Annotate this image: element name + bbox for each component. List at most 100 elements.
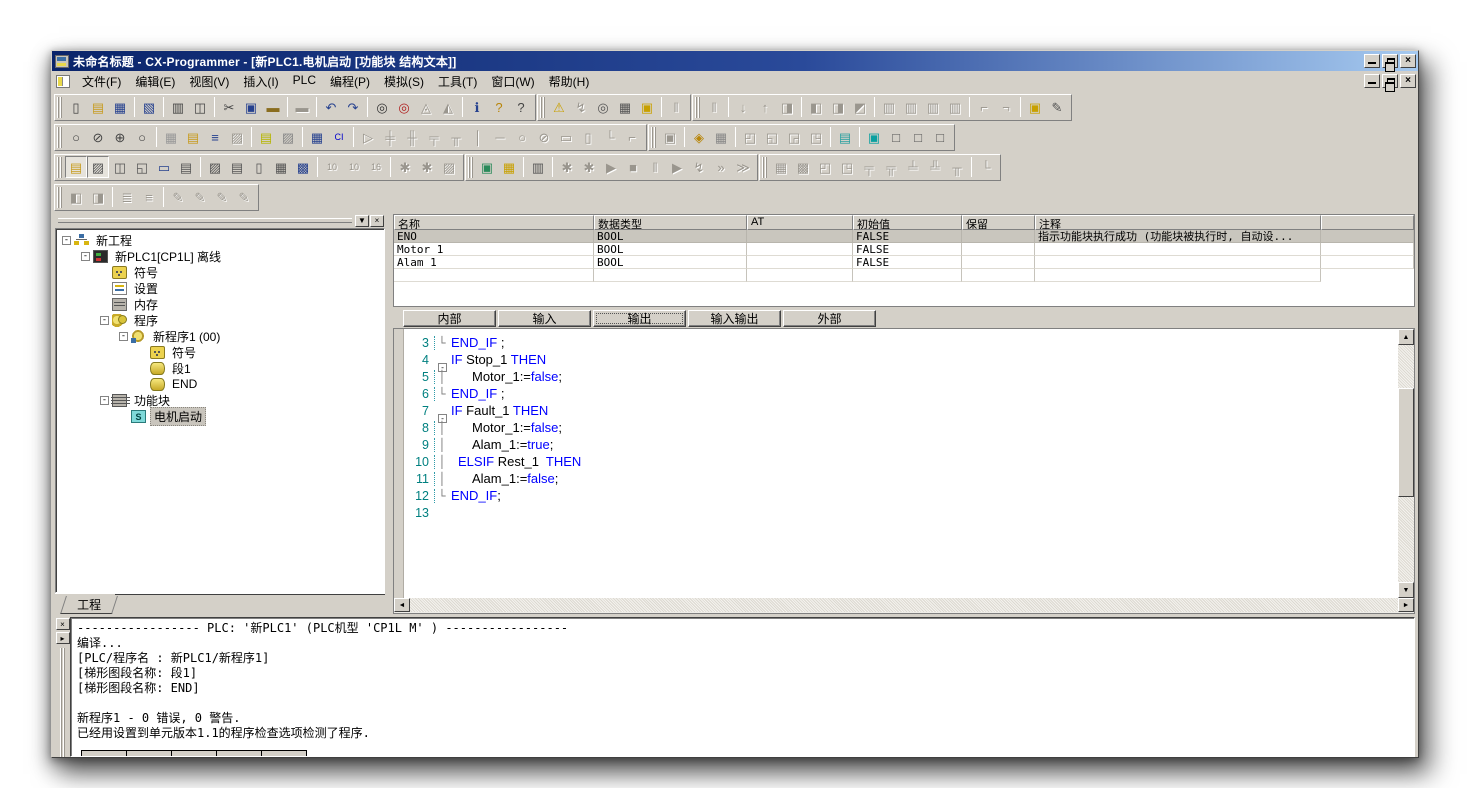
code-line[interactable]: 11│Alam_1:=false; xyxy=(404,470,1414,487)
grid-icon[interactable]: ▦ xyxy=(160,126,182,148)
cell-init[interactable]: FALSE xyxy=(853,243,962,256)
watch-window-icon[interactable]: ◫ xyxy=(109,156,131,178)
transfer-settings-icon[interactable]: ▥ xyxy=(527,156,549,178)
code-line[interactable]: 8│Motor_1:=false; xyxy=(404,419,1414,436)
mdi-close-button[interactable]: × xyxy=(1400,74,1416,88)
tree-item-功能块-10[interactable]: -功能块 xyxy=(58,392,384,408)
tree-expand-icon[interactable]: - xyxy=(100,316,109,325)
print-preview-icon[interactable]: ◫ xyxy=(189,96,211,118)
toolbar-grip[interactable] xyxy=(57,157,62,178)
cut-icon[interactable]: ✂ xyxy=(218,96,240,118)
minimize-button[interactable] xyxy=(1364,54,1380,68)
output-tab-stub[interactable] xyxy=(126,750,172,756)
new-icon[interactable]: ▯ xyxy=(65,96,87,118)
output-tab-stub[interactable] xyxy=(261,750,307,756)
scroll-right-icon[interactable]: ► xyxy=(1398,598,1414,612)
cell-at[interactable] xyxy=(747,243,853,256)
save-icon[interactable]: ▦ xyxy=(109,96,131,118)
io-comment-icon[interactable]: ▣ xyxy=(863,126,885,148)
mdi-document-icon[interactable] xyxy=(56,75,70,88)
doc-preview-icon[interactable]: ▧ xyxy=(138,96,160,118)
snippet-icon[interactable]: ▤ xyxy=(226,156,248,178)
address-list-icon[interactable]: ≡ xyxy=(204,126,226,148)
scroll-thumb[interactable] xyxy=(1398,388,1414,497)
tree-item-电机启动-11[interactable]: 电机启动 xyxy=(58,408,384,424)
table-row-empty[interactable] xyxy=(394,269,1414,282)
scroll-up-icon[interactable]: ▲ xyxy=(1398,329,1414,345)
fb-tab-输出[interactable]: 输出 xyxy=(593,310,686,327)
cell-init[interactable]: FALSE xyxy=(853,230,962,243)
fb-tab-内部[interactable]: 内部 xyxy=(403,310,496,327)
hierarchy2-icon[interactable]: ▤ xyxy=(834,126,856,148)
st-code-editor[interactable]: 3└END_IF ;4-IF Stop_1 THEN5│Motor_1:=fal… xyxy=(393,328,1415,598)
menu-item-6[interactable]: 模拟(S) xyxy=(377,71,431,92)
close-button[interactable]: × xyxy=(1400,54,1416,68)
monitor-doc-icon[interactable]: ▩ xyxy=(292,156,314,178)
ladder-view-icon[interactable]: ▤ xyxy=(255,126,277,148)
scroll-track-h[interactable] xyxy=(410,598,1398,612)
compile-icon[interactable]: ⚠ xyxy=(548,96,570,118)
toolbar-grip[interactable] xyxy=(762,157,767,178)
editor-horizontal-scrollbar[interactable]: ◄ ► xyxy=(393,598,1415,614)
menu-item-1[interactable]: 编辑(E) xyxy=(128,71,182,92)
cell-comment[interactable]: 指示功能块执行成功 (功能块被执行时, 自动设... xyxy=(1035,230,1321,243)
transfer-warn-icon[interactable]: ▦ xyxy=(614,96,636,118)
output-tab-stub[interactable] xyxy=(171,750,217,756)
comment-icon[interactable]: ◈ xyxy=(688,126,710,148)
column-header-5[interactable]: 注释 xyxy=(1035,215,1321,230)
column-header-3[interactable]: 初始值 xyxy=(853,215,962,230)
cell-comment[interactable] xyxy=(1035,243,1321,256)
column-header-4[interactable]: 保留 xyxy=(962,215,1035,230)
scroll-down-icon[interactable]: ▼ xyxy=(1398,582,1414,598)
mdi-restore-button[interactable] xyxy=(1382,74,1398,88)
fb-tab-外部[interactable]: 外部 xyxy=(783,310,876,327)
tree-expand-icon[interactable]: - xyxy=(81,252,90,261)
zoom-out-icon[interactable]: ⊘ xyxy=(87,126,109,148)
toggle-output-window-icon[interactable]: ▨ xyxy=(87,156,109,178)
cell-name[interactable]: Alam_1 xyxy=(394,256,594,269)
ci-icon[interactable]: CI xyxy=(328,126,350,148)
open-icon[interactable]: ▤ xyxy=(87,96,109,118)
tree-expand-icon[interactable]: - xyxy=(119,332,128,341)
toolbar-grip[interactable] xyxy=(651,127,656,148)
tree-item-新程序1 (00)-6[interactable]: -新程序1 (00) xyxy=(58,328,384,344)
info-icon[interactable]: ℹ xyxy=(466,96,488,118)
menu-item-9[interactable]: 帮助(H) xyxy=(542,71,597,92)
cell-comment[interactable] xyxy=(1035,256,1321,269)
cell-retain[interactable] xyxy=(962,230,1035,243)
code-line[interactable]: 5│Motor_1:=false; xyxy=(404,368,1414,385)
mnemonic-icon[interactable]: ▦ xyxy=(306,126,328,148)
toolbar-grip[interactable] xyxy=(57,97,62,118)
toolbar-grip[interactable] xyxy=(540,97,545,118)
code-line[interactable]: 13 xyxy=(404,504,1414,521)
output-tab-stub[interactable] xyxy=(81,750,127,756)
cell-name[interactable]: ENO xyxy=(394,230,594,243)
zoom-fit-icon[interactable]: ○ xyxy=(65,126,87,148)
cell-retain[interactable] xyxy=(962,256,1035,269)
find-icon[interactable]: ◎ xyxy=(371,96,393,118)
cross-reference-icon[interactable]: ◱ xyxy=(131,156,153,178)
tree-expand-icon[interactable]: - xyxy=(62,236,71,245)
code-line[interactable]: 9│Alam_1:=true; xyxy=(404,436,1414,453)
code-line[interactable]: 10│ELSIF Rest_1 THEN xyxy=(404,453,1414,470)
cell-retain[interactable] xyxy=(962,243,1035,256)
menu-item-5[interactable]: 编程(P) xyxy=(323,71,377,92)
restore-button[interactable] xyxy=(1382,54,1398,68)
menu-item-4[interactable]: PLC xyxy=(286,71,323,92)
fb-check-icon[interactable]: ▨ xyxy=(204,156,226,178)
address-reference-icon[interactable]: ▭ xyxy=(153,156,175,178)
toggle-project-window-icon[interactable]: ▤ xyxy=(65,156,87,178)
fb-tab-输入[interactable]: 输入 xyxy=(498,310,591,327)
toolbar-grip[interactable] xyxy=(695,97,700,118)
dock-menu-button[interactable]: ▼ xyxy=(355,215,369,227)
toolbar-grip[interactable] xyxy=(57,187,62,208)
tree-item-符号-2[interactable]: 符号 xyxy=(58,264,384,280)
comms-warn-icon[interactable]: ▣ xyxy=(636,96,658,118)
replace-icon[interactable]: ◎ xyxy=(393,96,415,118)
tree-item-符号-7[interactable]: 符号 xyxy=(58,344,384,360)
code-line[interactable]: 3└END_IF ; xyxy=(404,334,1414,351)
menu-item-3[interactable]: 插入(I) xyxy=(236,71,285,92)
fb-tab-输入输出[interactable]: 输入输出 xyxy=(688,310,781,327)
hierarchy-icon[interactable]: ▨ xyxy=(277,126,299,148)
menu-item-2[interactable]: 视图(V) xyxy=(182,71,236,92)
